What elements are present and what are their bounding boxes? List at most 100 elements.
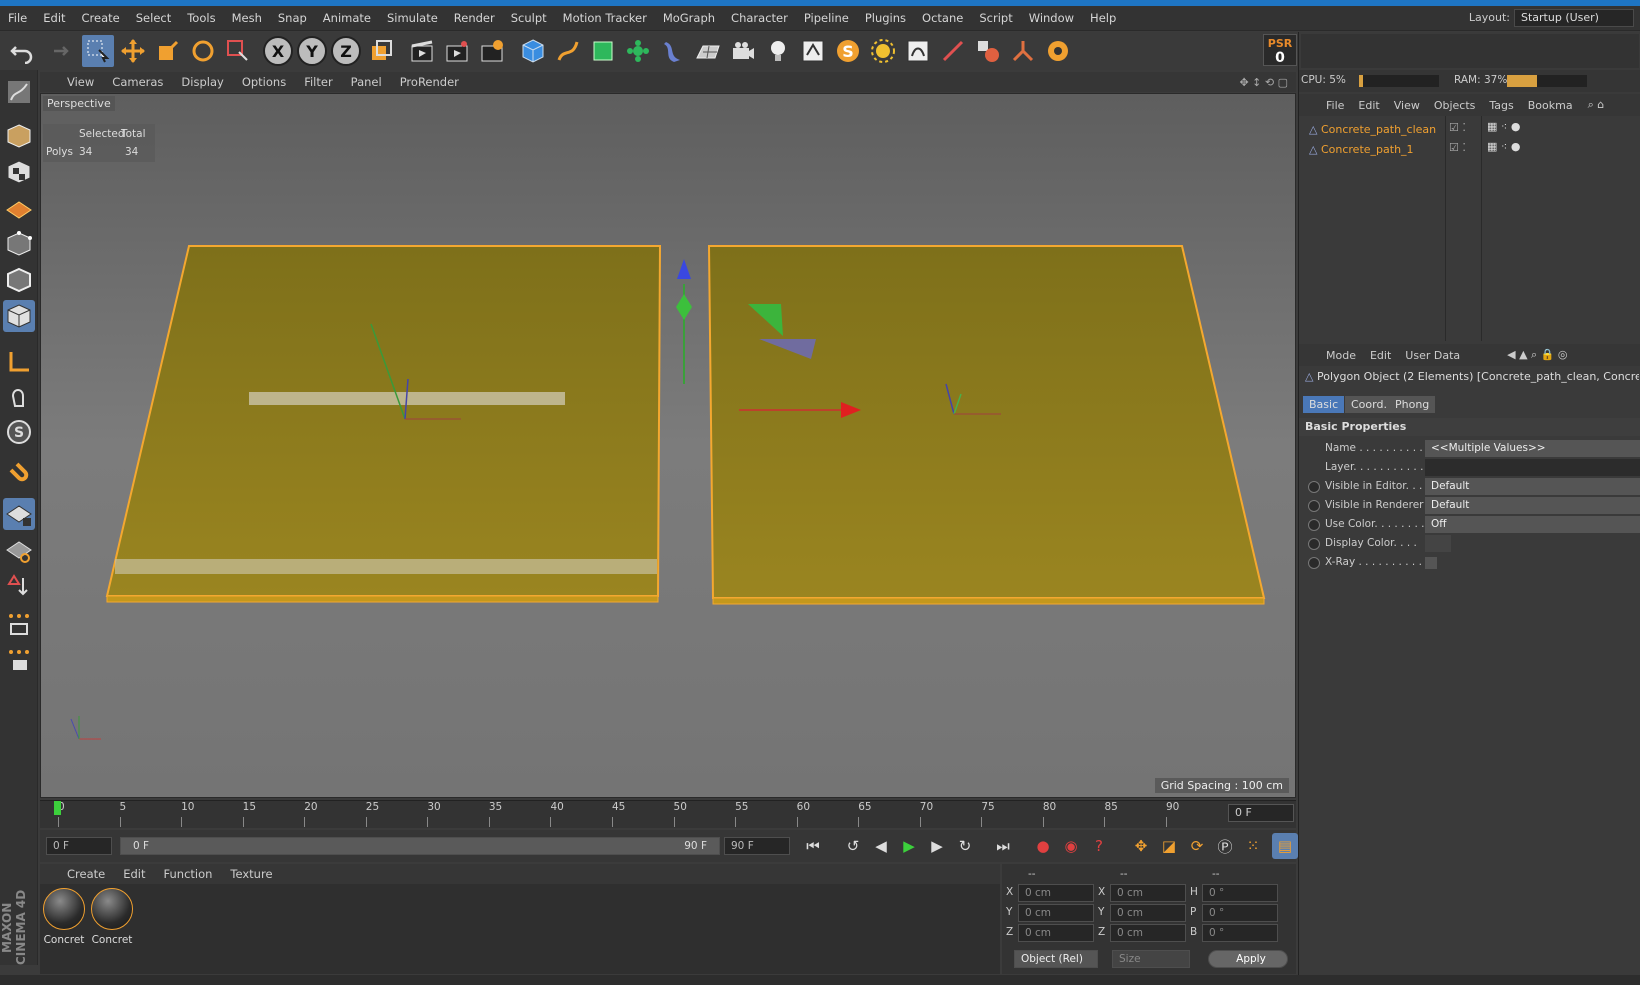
mograph-cloner-icon[interactable] [622, 35, 654, 67]
attribute-menu-user-data[interactable]: User Data [1398, 349, 1467, 362]
viewport-menu-prorender[interactable]: ProRender [391, 75, 468, 89]
sun-icon[interactable] [867, 35, 899, 67]
object-row[interactable]: △ Concrete_path_1 [1309, 140, 1414, 158]
menu-octane[interactable]: Octane [914, 11, 971, 25]
attribute-value[interactable]: Default [1425, 478, 1640, 495]
rotate-icon[interactable] [187, 35, 219, 67]
viewport-nav-icons[interactable]: ✥ ↕ ⟲ ▢ [1239, 76, 1288, 89]
scale-icon[interactable] [152, 35, 184, 67]
render-view-icon[interactable] [406, 35, 438, 67]
tag-icon[interactable] [797, 35, 829, 67]
timeline-playhead[interactable] [54, 801, 61, 815]
layout-select[interactable]: Startup (User) [1514, 9, 1634, 27]
coord-size-dropdown[interactable]: Size [1112, 950, 1190, 968]
material-menu-create[interactable]: Create [58, 867, 114, 881]
object-menu-view[interactable]: View [1387, 99, 1427, 112]
live-selection-icon[interactable] [82, 35, 114, 67]
rotation-field[interactable]: 0 ° [1202, 924, 1278, 942]
play-icon[interactable]: ▶ [896, 833, 922, 859]
viewport-menu-cameras[interactable]: Cameras [103, 75, 172, 89]
workplane-icon[interactable] [3, 192, 35, 224]
attribute-value[interactable]: <<Multiple Values>> [1425, 440, 1640, 457]
menu-plugins[interactable]: Plugins [857, 11, 914, 25]
attribute-menu-mode[interactable]: Mode [1319, 349, 1363, 362]
deformer-icon[interactable] [657, 35, 689, 67]
attribute-value[interactable] [1425, 459, 1640, 476]
recycle-icon[interactable] [1042, 35, 1074, 67]
symmetry-icon[interactable] [3, 570, 35, 602]
viewport-menu-view[interactable]: View [58, 75, 103, 89]
menu-animate[interactable]: Animate [315, 11, 379, 25]
menu-file[interactable]: File [0, 11, 35, 25]
attribute-value[interactable]: Default [1425, 497, 1640, 514]
camera-icon[interactable] [727, 35, 759, 67]
menu-select[interactable]: Select [128, 11, 179, 25]
solo-icon[interactable]: S [3, 416, 35, 448]
animate-parameter-icon[interactable] [1308, 557, 1320, 569]
menu-snap[interactable]: Snap [270, 11, 315, 25]
menu-tools[interactable]: Tools [179, 11, 223, 25]
animate-parameter-icon[interactable] [1308, 481, 1320, 493]
menu-mograph[interactable]: MoGraph [655, 11, 723, 25]
attribute-value[interactable] [1425, 557, 1437, 569]
subdivision-icon[interactable] [587, 35, 619, 67]
psr-indicator[interactable]: PSR 0 [1263, 34, 1297, 66]
attribute-nav-icons[interactable]: ◀ ▲ ⌕ 🔒 ◎ [1467, 348, 1567, 362]
previous-frame-icon[interactable]: ◀ [868, 833, 894, 859]
menu-pipeline[interactable]: Pipeline [796, 11, 857, 25]
workplane-lock-icon[interactable] [3, 498, 35, 530]
animate-parameter-icon[interactable] [1308, 519, 1320, 531]
object-menu-objects[interactable]: Objects [1427, 99, 1483, 112]
model-mode-icon[interactable] [3, 120, 35, 152]
material-swatch[interactable]: Concret [90, 888, 134, 946]
animate-parameter-icon[interactable] [1308, 538, 1320, 550]
menu-script[interactable]: Script [971, 11, 1020, 25]
tweak-mode-icon[interactable] [3, 380, 35, 412]
points-mode-icon[interactable] [3, 228, 35, 260]
floor-icon[interactable] [692, 35, 724, 67]
z-axis-lock[interactable]: Z [331, 36, 361, 66]
object-menu-bookmarks[interactable]: Bookma [1521, 99, 1580, 112]
menu-create[interactable]: Create [74, 11, 128, 25]
next-frame-icon[interactable]: ▶ [924, 833, 950, 859]
script-icon[interactable] [902, 35, 934, 67]
y-axis-lock[interactable]: Y [297, 36, 327, 66]
render-picture-viewer-icon[interactable] [441, 35, 473, 67]
polygons-mode-icon[interactable] [3, 300, 35, 332]
material-menu-edit[interactable]: Edit [114, 867, 154, 881]
coord-mode-dropdown[interactable]: Object (Rel) [1014, 950, 1098, 968]
grid-snap-icon[interactable] [3, 644, 35, 676]
rotation-field[interactable]: 0 ° [1202, 884, 1278, 902]
record-keys-icon[interactable]: ● [1030, 833, 1056, 859]
end-frame-field[interactable]: 90 F [724, 837, 790, 855]
start-frame-field[interactable]: 0 F [46, 837, 112, 855]
locked-workplane-icon[interactable] [3, 608, 35, 640]
rotation-field[interactable]: 0 ° [1202, 904, 1278, 922]
record-scale-icon[interactable]: ◪ [1156, 833, 1182, 859]
tab-phong[interactable]: Phong [1389, 396, 1436, 413]
menu-sculpt[interactable]: Sculpt [503, 11, 555, 25]
material-menu-texture[interactable]: Texture [221, 867, 281, 881]
visibility-toggle-icon[interactable]: ☑ ⁚ [1449, 121, 1466, 134]
perspective-viewport[interactable]: Perspective Selected Total Polys 34 34 G… [40, 93, 1296, 798]
move-icon[interactable] [117, 35, 149, 67]
make-editable-icon[interactable] [3, 76, 35, 108]
attribute-menu-edit[interactable]: Edit [1363, 349, 1398, 362]
goto-start-icon[interactable]: ⏮ [800, 833, 826, 859]
menu-help[interactable]: Help [1082, 11, 1124, 25]
previous-key-icon[interactable]: ↺ [840, 833, 866, 859]
viewport-camera-label[interactable]: Perspective [43, 96, 115, 111]
autokey-icon[interactable]: ◉ [1058, 833, 1084, 859]
material-menu-function[interactable]: Function [155, 867, 222, 881]
attribute-value[interactable] [1425, 535, 1451, 552]
size-field[interactable]: 0 cm [1110, 924, 1186, 942]
menu-render[interactable]: Render [446, 11, 503, 25]
viewport-menu-panel[interactable]: Panel [342, 75, 391, 89]
right-plane[interactable] [707, 245, 1266, 605]
next-key-icon[interactable]: ↻ [952, 833, 978, 859]
planar-workplane-icon[interactable] [3, 534, 35, 566]
current-frame-field[interactable]: 0 F [1228, 804, 1294, 822]
menu-mesh[interactable]: Mesh [224, 11, 270, 25]
size-field[interactable]: 0 cm [1110, 884, 1186, 902]
tab-coord[interactable]: Coord. [1345, 396, 1393, 413]
